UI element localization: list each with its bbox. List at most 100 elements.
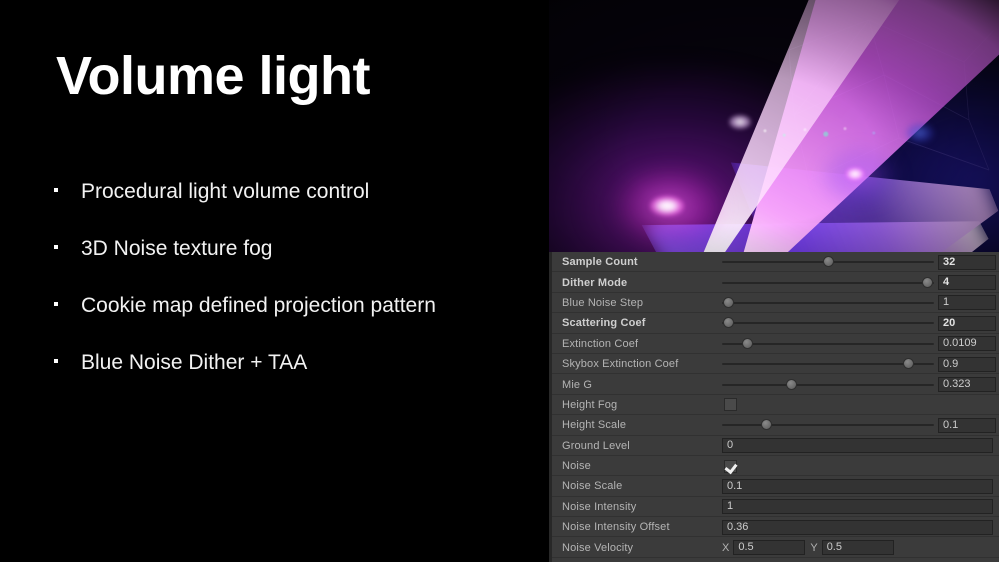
noise-scale-input[interactable]: 0.1	[722, 478, 993, 494]
property-label: Noise	[562, 460, 591, 473]
slider-track	[722, 322, 934, 325]
ambient-haze-blue	[799, 40, 999, 252]
noise-velocity-y[interactable]: Y 0.5	[810, 540, 894, 556]
noise-checkbox[interactable]	[724, 459, 737, 473]
skybox-extinction-coef-slider[interactable]	[722, 356, 934, 372]
property-label: Height Fog	[562, 398, 618, 411]
sample-count-value[interactable]: 32	[938, 254, 996, 270]
property-label: Height Scale	[562, 419, 627, 432]
inspector-row-blue-noise-step[interactable]: Blue Noise Step 1	[552, 293, 999, 314]
bullet-list: Procedural light volume control 3D Noise…	[50, 178, 550, 406]
volumetric-light-render-preview	[549, 0, 999, 252]
slider-thumb[interactable]	[786, 378, 798, 390]
inspector-row-noise-scale[interactable]: Noise Scale 0.1	[552, 476, 999, 497]
inspector-row-noise[interactable]: Noise	[552, 456, 999, 477]
mie-g-value[interactable]: 0.323	[938, 377, 996, 393]
property-label: Noise Intensity Offset	[562, 521, 670, 534]
slider-thumb[interactable]	[761, 419, 773, 431]
light-source-magenta	[650, 196, 684, 216]
slider-track	[722, 342, 934, 345]
bullet-text: 3D Noise texture fog	[81, 237, 273, 260]
slider-track	[722, 281, 934, 284]
noise-velocity-vector2[interactable]: X 0.5 Y 0.5	[722, 540, 999, 556]
bullet-text: Procedural light volume control	[81, 180, 370, 203]
property-label: Noise Scale	[562, 480, 623, 493]
slider-thumb[interactable]	[903, 358, 915, 370]
bullet-square-icon	[50, 349, 81, 377]
inspector-row-extinction-coef[interactable]: Extinction Coef 0.0109	[552, 334, 999, 354]
presentation-slide: Volume light Procedural light volume con…	[0, 0, 999, 562]
property-label: Blue Noise Step	[562, 296, 644, 309]
list-item: Procedural light volume control	[50, 178, 550, 235]
skybox-extinction-coef-value[interactable]: 0.9	[938, 356, 996, 372]
bloom-blue	[824, 150, 896, 202]
bullet-text: Blue Noise Dither + TAA	[81, 351, 308, 374]
lens-flare-blue	[906, 123, 934, 143]
bullet-square-icon	[50, 235, 81, 263]
noise-intensity-input[interactable]: 1	[722, 499, 993, 515]
inspector-row-ground-level[interactable]: Ground Level 0	[552, 436, 999, 456]
slide-text-column: Volume light Procedural light volume con…	[0, 0, 549, 562]
property-label: Scattering Coef	[562, 317, 646, 330]
slider-thumb[interactable]	[741, 337, 753, 349]
blue-noise-step-slider[interactable]	[722, 295, 934, 311]
noise-velocity-x[interactable]: X 0.5	[722, 540, 806, 556]
dither-mode-slider[interactable]	[722, 275, 934, 291]
property-label: Ground Level	[562, 439, 630, 452]
mie-g-slider[interactable]	[722, 377, 934, 393]
inspector-row-scattering-coef[interactable]: Scattering Coef 20	[552, 313, 999, 334]
sample-count-slider[interactable]	[722, 254, 934, 270]
list-item: 3D Noise texture fog	[50, 235, 550, 292]
slider-thumb[interactable]	[722, 317, 734, 329]
property-label: Mie G	[562, 378, 593, 391]
inspector-row-height-fog[interactable]: Height Fog	[552, 395, 999, 416]
slider-track	[722, 383, 934, 386]
bullet-square-icon	[50, 292, 81, 320]
ground-level-input[interactable]: 0	[722, 438, 993, 454]
dither-mode-value[interactable]: 4	[938, 275, 996, 291]
axis-label-x: X	[722, 541, 730, 554]
list-item: Blue Noise Dither + TAA	[50, 349, 550, 406]
bullet-square-icon	[50, 178, 81, 206]
height-fog-checkbox[interactable]	[724, 398, 737, 412]
slider-track	[722, 424, 934, 427]
page-title: Volume light	[56, 46, 371, 106]
light-cone-blue	[642, 84, 999, 252]
light-source-blue	[845, 167, 865, 181]
property-label: Noise Velocity	[562, 541, 634, 554]
slider-thumb[interactable]	[822, 256, 834, 268]
noise-intensity-offset-input[interactable]: 0.36	[722, 519, 993, 535]
inspector-row-height-scale[interactable]: Height Scale 0.1	[552, 415, 999, 436]
height-scale-slider[interactable]	[722, 417, 934, 433]
slider-thumb[interactable]	[922, 276, 934, 288]
inspector-row-sample-count[interactable]: Sample Count 32	[552, 252, 999, 273]
property-label: Dither Mode	[562, 276, 628, 289]
noise-velocity-y-input[interactable]: 0.5	[821, 540, 894, 556]
lens-flare-center	[729, 115, 751, 129]
light-cone-magenta	[607, 0, 999, 252]
particle-specks	[749, 122, 909, 144]
inspector-row-skybox-extinction-coef[interactable]: Skybox Extinction Coef 0.9	[552, 354, 999, 375]
inspector-row-dither-mode[interactable]: Dither Mode 4	[552, 272, 999, 293]
vignette-overlay	[549, 0, 999, 252]
extinction-coef-slider[interactable]	[722, 336, 934, 352]
blue-noise-step-value[interactable]: 1	[938, 295, 996, 311]
property-label: Extinction Coef	[562, 337, 639, 350]
inspector-row-noise-velocity[interactable]: Noise Velocity X 0.5 Y 0.5	[552, 537, 999, 558]
unity-inspector-panel[interactable]: Sample Count 32 Dither Mode 4 Blue Noise…	[549, 252, 999, 562]
slider-thumb[interactable]	[722, 296, 734, 308]
scattering-coef-slider[interactable]	[722, 315, 934, 331]
inspector-row-noise-intensity-offset[interactable]: Noise Intensity Offset 0.36	[552, 517, 999, 538]
ambient-haze-magenta	[549, 60, 889, 252]
property-label: Sample Count	[562, 256, 638, 269]
light-cone-blue-inner	[726, 66, 999, 252]
scattering-coef-value[interactable]: 20	[938, 315, 996, 331]
inspector-row-noise-intensity[interactable]: Noise Intensity 1	[552, 497, 999, 518]
slider-track	[722, 301, 934, 304]
noise-velocity-x-input[interactable]: 0.5	[733, 540, 806, 556]
inspector-row-mie-g[interactable]: Mie G 0.323	[552, 374, 999, 395]
axis-label-y: Y	[810, 541, 818, 554]
extinction-coef-value[interactable]: 0.0109	[938, 336, 996, 352]
bullet-text: Cookie map defined projection pattern	[81, 294, 436, 317]
height-scale-value[interactable]: 0.1	[938, 417, 996, 433]
